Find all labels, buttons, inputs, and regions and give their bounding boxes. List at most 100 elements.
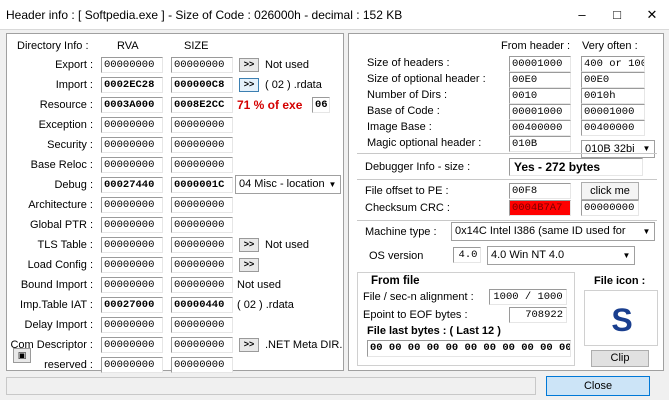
dir-size-field[interactable]: 00000000 [171, 357, 233, 373]
dir-row-note: Not used [237, 279, 282, 291]
dir-detail-button[interactable]: >> [239, 58, 259, 72]
last-bytes-label: File last bytes : ( Last 12 ) [367, 325, 501, 337]
dir-size-field[interactable]: 00000000 [171, 157, 233, 173]
dir-rva-field[interactable]: 00000000 [101, 357, 163, 373]
dir-size-field[interactable]: 00000000 [171, 257, 233, 273]
dir-row-label: Load Config : [27, 259, 93, 271]
clip-button[interactable]: Clip [591, 350, 649, 367]
file-icon-frame: S [584, 290, 658, 346]
close-button[interactable]: Close [546, 376, 650, 396]
dir-rva-field[interactable]: 0003A000 [101, 97, 163, 113]
maximize-button[interactable]: □ [600, 0, 634, 29]
header-often-field: 00400000 [581, 120, 645, 136]
dir-size-field[interactable]: 000000C8 [171, 77, 233, 93]
file-offset-pe-value: 00F8 [509, 183, 571, 199]
dir-size-field[interactable]: 00000000 [171, 197, 233, 213]
dir-rva-field[interactable]: 00000000 [101, 137, 163, 153]
resource-section-field: 06 [312, 97, 330, 113]
chevron-down-icon: ▼ [619, 247, 634, 264]
dir-size-field[interactable]: 00000440 [171, 297, 233, 313]
dir-rva-field[interactable]: 00027000 [101, 297, 163, 313]
dir-rva-field[interactable]: 00000000 [101, 197, 163, 213]
dir-row-note: Not used [265, 239, 310, 251]
os-version-label: OS version [369, 250, 424, 262]
dir-rva-field[interactable]: 00000000 [101, 157, 163, 173]
dir-size-field[interactable]: 00000000 [171, 237, 233, 253]
camera-icon[interactable]: ▣ [13, 348, 31, 363]
debug-type-select[interactable]: 04 Misc - location ▼ [235, 175, 341, 194]
dir-row-label: TLS Table : [37, 239, 93, 251]
chevron-down-icon: ▼ [639, 223, 654, 240]
dir-rva-field[interactable]: 00027440 [101, 177, 163, 193]
dir-row-label: Import : [55, 79, 93, 91]
dir-size-field[interactable]: 00000000 [171, 137, 233, 153]
dir-row-note: Not used [265, 59, 310, 71]
size-column-header: SIZE [184, 40, 209, 52]
header-often-field: 00E0 [581, 72, 645, 88]
rva-column-header: RVA [117, 40, 139, 52]
dir-row-label: Base Reloc : [30, 159, 93, 171]
header-row-label: Magic optional header : [367, 137, 482, 149]
dir-detail-button[interactable]: >> [239, 338, 259, 352]
status-bar [6, 377, 536, 395]
click-me-button[interactable]: click me [581, 182, 639, 200]
dir-size-field[interactable]: 00000000 [171, 117, 233, 133]
dir-row-label: Exception : [38, 119, 93, 131]
dir-rva-field[interactable]: 0002EC28 [101, 77, 163, 93]
dir-size-field[interactable]: 00000000 [171, 277, 233, 293]
separator [357, 179, 657, 180]
last-bytes-value: 00 00 00 00 00 00 00 00 00 00 00 00 [367, 340, 571, 357]
dir-row-label: Bound Import : [20, 279, 93, 291]
header-often-field: 400 or 1000 [581, 56, 645, 72]
dir-row-note: .NET Meta DIR. [265, 339, 343, 351]
dir-rva-field[interactable]: 00000000 [101, 337, 163, 353]
dir-row-label: Delay Import : [24, 319, 93, 331]
dir-rva-field[interactable]: 00000000 [101, 117, 163, 133]
separator [357, 153, 657, 154]
checksum-header-value: 00000000 [581, 200, 639, 216]
machine-type-label: Machine type : [365, 226, 437, 238]
very-often-column: Very often : [582, 40, 638, 52]
os-version-select[interactable]: 4.0 Win NT 4.0 ▼ [487, 246, 635, 265]
dir-size-field[interactable]: 00000000 [171, 57, 233, 73]
dir-size-field[interactable]: 00000000 [171, 337, 233, 353]
eof-bytes-value: 708922 [509, 307, 567, 323]
eof-bytes-label: Epoint to EOF bytes : [363, 309, 468, 321]
dir-row-note: ( 02 ) .rdata [237, 299, 294, 311]
resource-percent-label: 71 % of exe [237, 98, 303, 112]
minimize-button[interactable]: – [565, 0, 599, 29]
header-from-field: 010B [509, 136, 571, 152]
machine-type-select[interactable]: 0x14C Intel I386 (same ID used for ▼ [451, 222, 655, 241]
dir-rva-field[interactable]: 00000000 [101, 257, 163, 273]
dir-size-field[interactable]: 00000000 [171, 317, 233, 333]
magic-header-select[interactable]: 010B 32bi ▼ [581, 140, 655, 158]
dir-rva-field[interactable]: 00000000 [101, 277, 163, 293]
dir-rva-field[interactable]: 00000000 [101, 317, 163, 333]
dir-row-label: Security : [47, 139, 93, 151]
dir-detail-button[interactable]: >> [239, 238, 259, 252]
dir-rva-field[interactable]: 00000000 [101, 217, 163, 233]
os-version-combo-value: 4.0 Win NT 4.0 [491, 249, 565, 261]
file-icon-label: File icon : [594, 275, 646, 287]
debugger-info-label: Debugger Info - size : [365, 161, 471, 173]
chevron-down-icon: ▼ [639, 141, 654, 157]
header-row-label: Image Base : [367, 121, 432, 133]
checksum-crc-label: Checksum CRC : [365, 202, 450, 214]
dir-size-field[interactable]: 0000001C [171, 177, 233, 193]
dir-rva-field[interactable]: 00000000 [101, 57, 163, 73]
file-offset-pe-label: File offset to PE : [365, 185, 449, 197]
svg-text:S: S [611, 302, 632, 338]
header-row-label: Number of Dirs : [367, 89, 448, 101]
dir-rva-field[interactable]: 00000000 [101, 237, 163, 253]
dir-size-field[interactable]: 00000000 [171, 217, 233, 233]
close-window-button[interactable]: ✕ [635, 0, 669, 29]
debug-type-value: 04 Misc - location [239, 178, 325, 190]
alignment-label: File / sec-n alignment : [363, 291, 474, 303]
separator [357, 220, 657, 221]
dir-detail-button[interactable]: >> [239, 258, 259, 272]
title-bar: Header info : [ Softpedia.exe ] - Size o… [0, 0, 669, 30]
header-info-panel: From header : Very often : Size of heade… [348, 33, 664, 371]
dir-size-field[interactable]: 0008E2CC [171, 97, 233, 113]
dir-detail-button[interactable]: >> [239, 78, 259, 92]
from-file-title: From file [371, 275, 420, 287]
